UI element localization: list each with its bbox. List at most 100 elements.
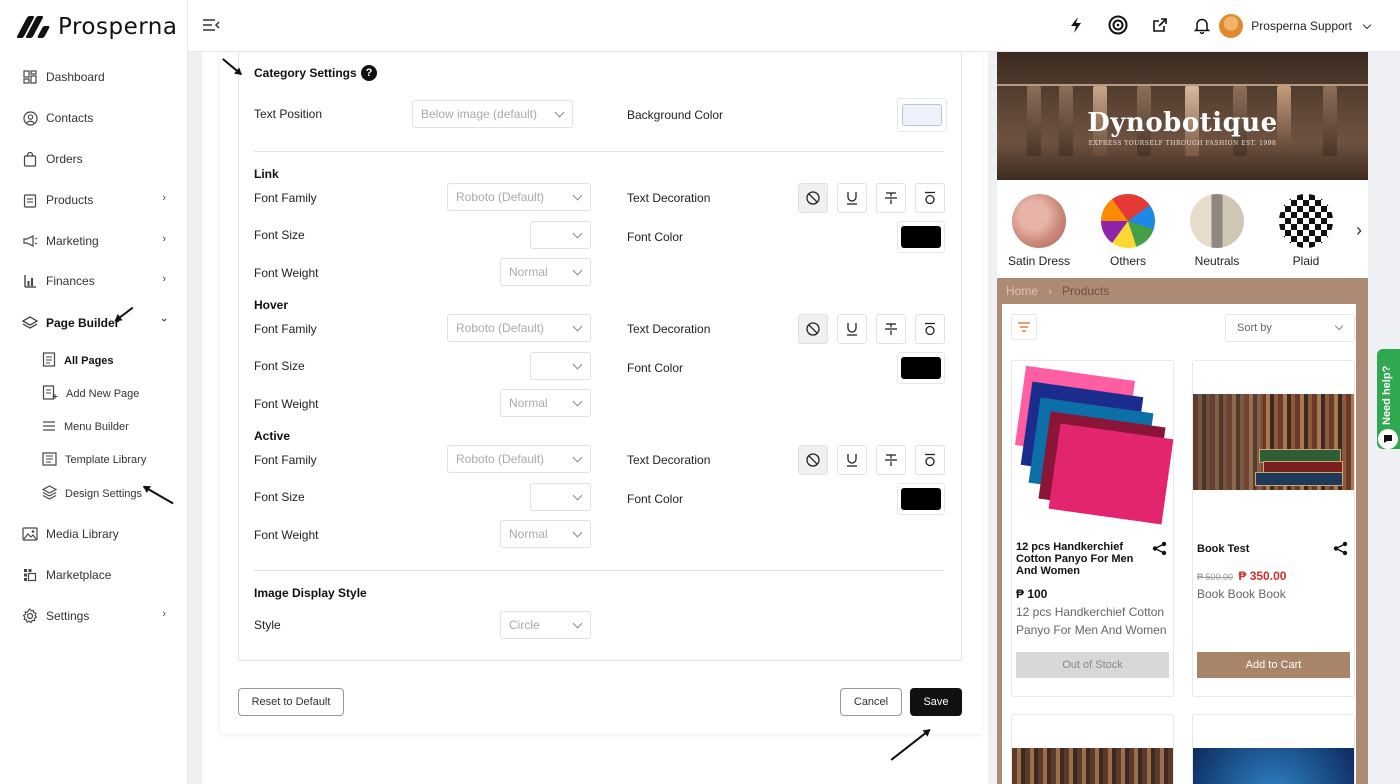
underline-icon[interactable] <box>837 314 867 344</box>
no-decoration-icon[interactable] <box>798 314 828 344</box>
category-image <box>1190 194 1244 248</box>
sidebar-subitem-menu-builder[interactable]: Menu Builder <box>42 416 129 438</box>
strikethrough-icon[interactable] <box>876 445 906 475</box>
sidebar-item-settings[interactable]: Settings › <box>22 604 172 628</box>
hover-font-family-select[interactable]: Roboto (Default) <box>447 314 591 342</box>
sidebar-item-dashboard[interactable]: Dashboard <box>22 65 172 89</box>
bar-chart-icon <box>22 273 38 289</box>
sidebar-item-orders[interactable]: Orders <box>22 147 172 171</box>
product-description: Book Book Book <box>1197 587 1286 601</box>
prosperna-logo[interactable]: Prosperna <box>16 14 177 40</box>
link-font-family-select[interactable]: Roboto (Default) <box>447 183 591 211</box>
sidebar-item-marketing[interactable]: Marketing › <box>22 229 172 253</box>
dashboard-icon <box>22 69 38 85</box>
orders-icon <box>22 151 38 167</box>
hover-font-size-select[interactable] <box>530 352 591 380</box>
marketplace-icon <box>22 567 38 583</box>
lightning-icon[interactable] <box>1066 15 1086 35</box>
sidebar-item-contacts[interactable]: Contacts <box>22 106 172 130</box>
style-label: Style <box>254 618 281 632</box>
product-card[interactable] <box>1192 714 1355 784</box>
chat-icon <box>1378 429 1398 449</box>
category-item[interactable]: Neutrals <box>1182 194 1252 268</box>
banner-rack <box>997 84 1368 86</box>
text-position-select[interactable]: Below image (default) <box>412 100 573 128</box>
background-color-picker[interactable] <box>897 98 947 132</box>
filter-button[interactable] <box>1011 314 1037 340</box>
cancel-button[interactable]: Cancel <box>840 688 902 716</box>
external-link-icon[interactable] <box>1150 15 1170 35</box>
no-decoration-icon[interactable] <box>798 183 828 213</box>
product-image <box>1012 748 1173 784</box>
sidebar-subitem-all-pages[interactable]: All Pages <box>42 350 114 372</box>
collapse-menu-icon[interactable] <box>202 18 220 32</box>
overline-icon[interactable] <box>915 445 945 475</box>
active-font-weight-select[interactable]: Normal <box>500 520 591 548</box>
strikethrough-icon[interactable] <box>876 314 906 344</box>
select-value: Normal <box>509 396 548 410</box>
underline-icon[interactable] <box>837 445 867 475</box>
section-title: Category Settings <box>254 66 357 80</box>
sidebar-item-page-builder[interactable]: Page Builder › <box>22 311 172 335</box>
overline-icon[interactable] <box>915 314 945 344</box>
product-card[interactable]: Book Test ₱ 500.00 ₱ 350.00 Book Book Bo… <box>1192 360 1355 697</box>
sidebar-item-label: Media Library <box>46 527 119 541</box>
products-icon <box>22 192 38 208</box>
active-font-color-picker[interactable] <box>897 483 945 515</box>
link-font-color-picker[interactable] <box>897 221 945 253</box>
link-font-weight-select[interactable]: Normal <box>500 258 591 286</box>
font-color-label: Font Color <box>627 361 684 375</box>
contacts-icon <box>22 110 38 126</box>
help-icon[interactable]: ? <box>361 65 377 81</box>
active-font-size-select[interactable] <box>530 483 591 511</box>
reset-to-default-button[interactable]: Reset to Default <box>238 688 344 716</box>
category-settings-panel: Category Settings ? Text Position Below … <box>238 52 962 661</box>
product-description: 12 pcs Handkerchief Cotton Panyo For Men… <box>1016 605 1167 637</box>
bell-icon[interactable] <box>1192 15 1212 35</box>
chevron-down-icon: › <box>158 318 171 322</box>
category-image <box>1101 194 1155 248</box>
sidebar-subitem-design-settings[interactable]: Design Settings <box>41 483 142 505</box>
sidebar-subitem-add-new-page[interactable]: Add New Page <box>42 383 139 405</box>
save-button[interactable]: Save <box>910 688 962 716</box>
avatar <box>1219 14 1244 38</box>
product-name[interactable]: Book Test <box>1197 543 1325 555</box>
chevron-right-icon[interactable]: › <box>1356 220 1362 241</box>
user-menu[interactable]: Prosperna Support <box>1219 14 1372 38</box>
image-style-select[interactable]: Circle <box>500 611 591 639</box>
breadcrumb-separator-icon: › <box>1048 284 1053 298</box>
sidebar-subitem-template-library[interactable]: Template Library <box>42 449 146 471</box>
hover-font-weight-select[interactable]: Normal <box>500 389 591 417</box>
sidebar-item-media-library[interactable]: Media Library <box>22 522 172 546</box>
font-color-label: Font Color <box>627 492 684 506</box>
category-item[interactable]: Others <box>1093 194 1163 268</box>
sort-by-select[interactable]: Sort by <box>1225 314 1355 342</box>
category-image <box>1012 194 1066 248</box>
product-card[interactable]: 12 pcs Handkerchief Cotton Panyo For Men… <box>1011 360 1174 697</box>
share-icon[interactable] <box>1333 541 1348 559</box>
sidebar-item-finances[interactable]: Finances › <box>22 269 172 293</box>
link-font-size-select[interactable] <box>530 221 591 249</box>
underline-icon[interactable] <box>837 183 867 213</box>
no-decoration-icon[interactable] <box>798 445 828 475</box>
select-value: Normal <box>509 265 548 279</box>
strikethrough-icon[interactable] <box>876 183 906 213</box>
hover-font-color-picker[interactable] <box>897 352 945 384</box>
product-card[interactable] <box>1011 714 1174 784</box>
text-position-label: Text Position <box>254 107 323 121</box>
breadcrumb-home[interactable]: Home <box>1006 284 1038 298</box>
share-icon[interactable] <box>1152 541 1167 559</box>
need-help-tab[interactable]: Need help? <box>1377 349 1400 449</box>
select-value: Roboto (Default) <box>456 190 545 204</box>
sidebar-item-products[interactable]: Products › <box>22 188 172 212</box>
active-font-family-select[interactable]: Roboto (Default) <box>447 445 591 473</box>
sidebar-item-marketplace[interactable]: Marketplace <box>22 563 172 587</box>
add-to-cart-button[interactable]: Add to Cart <box>1197 652 1350 678</box>
overline-icon[interactable] <box>915 183 945 213</box>
out-of-stock-button[interactable]: Out of Stock <box>1016 652 1169 678</box>
target-icon[interactable] <box>1108 15 1128 35</box>
product-name[interactable]: 12 pcs Handkerchief Cotton Panyo For Men… <box>1016 541 1144 577</box>
chevron-right-icon: › <box>162 273 166 285</box>
category-item[interactable]: Plaid <box>1271 194 1341 268</box>
category-item[interactable]: Satin Dress <box>1004 194 1074 268</box>
